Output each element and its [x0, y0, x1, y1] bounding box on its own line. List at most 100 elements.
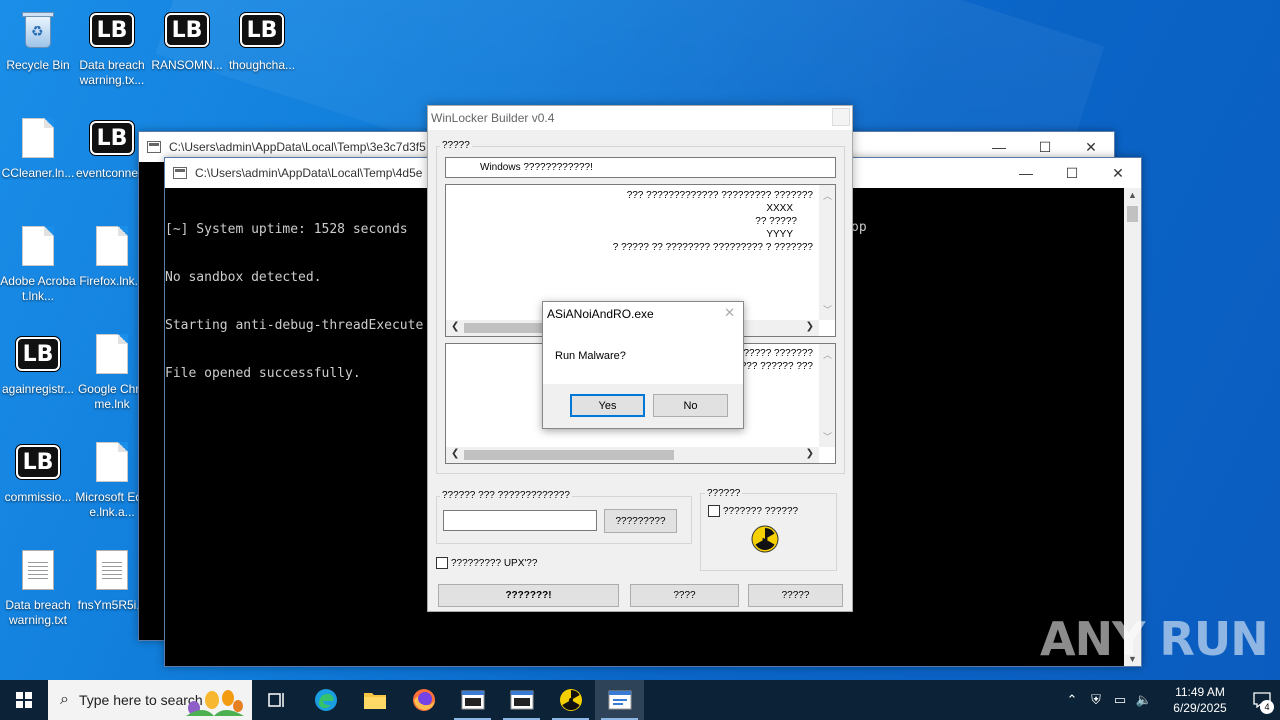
chevron-left-icon: ❮	[451, 321, 460, 332]
console-back-title: C:\Users\admin\AppData\Local\Temp\3e3c7d…	[169, 140, 426, 154]
unlock-code-input[interactable]	[443, 510, 597, 531]
builder-text-group-label: ?????	[440, 140, 472, 151]
console-front-title: C:\Users\admin\AppData\Local\Temp\4d5e	[195, 166, 423, 180]
recycle-bin-icon: ♻	[21, 10, 55, 50]
chevron-right-icon: ❯	[805, 321, 814, 332]
taskbar-console-2[interactable]	[497, 680, 546, 720]
text-file-icon	[96, 550, 128, 590]
test-button[interactable]: ????	[630, 584, 739, 607]
desktop-icon-thoughcha[interactable]: LB thoughcha...	[224, 8, 300, 73]
document-icon	[96, 442, 128, 482]
upx-checkbox-label: ????????? UPX'??	[451, 558, 538, 569]
document-icon	[22, 226, 54, 266]
desktop-icon-ransomnote[interactable]: LB RANSOMN...	[149, 8, 225, 73]
desktop-icon-data-breach-warning-tx[interactable]: LB Data breach warning.tx...	[74, 8, 150, 88]
clock-time: 11:49 AM	[1175, 685, 1225, 699]
lockbit-icon: LB	[165, 13, 209, 47]
document-icon	[96, 334, 128, 374]
desktop-icon-commissio[interactable]: LB commissio...	[0, 440, 76, 505]
task-view-icon	[267, 693, 284, 707]
chevron-down-icon: ﹀	[823, 305, 833, 315]
radiation-icon	[559, 689, 582, 711]
option-checkbox-label: ??????? ??????	[723, 506, 799, 517]
memo-2-vscroll[interactable]: ︿ ﹀	[819, 344, 835, 447]
apply-code-button[interactable]: ?????????	[604, 509, 677, 533]
minimize-button[interactable]: —	[1003, 158, 1049, 188]
dialog-message: Run Malware?	[555, 350, 626, 362]
upx-checkbox[interactable]	[436, 557, 448, 569]
dialog-footer: Yes No	[543, 384, 743, 428]
dialog-title: ASiANoiAndRO.exe	[547, 307, 654, 321]
taskbar: ⌕ Type here to search ⌃ ⛨ ▭ 🔈 11:49 AM 6…	[0, 680, 1280, 720]
window-icon	[608, 690, 631, 710]
unlock-code-group-label: ?????? ??? ?????????????	[440, 490, 572, 501]
no-button[interactable]: No	[653, 394, 728, 417]
memo-2-hscroll[interactable]: ❮ ❯	[446, 447, 819, 463]
lockbit-icon: LB	[240, 13, 284, 47]
search-icon: ⌕	[60, 691, 69, 708]
document-icon	[22, 118, 54, 158]
console-overflow-text: op	[851, 220, 867, 235]
clock[interactable]: 11:49 AM 6/29/2025	[1164, 684, 1236, 716]
chevron-up-icon: ︿	[823, 350, 833, 360]
option-checkbox[interactable]	[708, 505, 720, 517]
desktop-icon-ccleaner[interactable]: CCleaner.ln...	[0, 116, 76, 181]
volume-icon[interactable]: 🔈	[1132, 692, 1156, 708]
desktop-icon-data-breach-warning-txt[interactable]: Data breach warning.txt	[0, 548, 76, 628]
notification-button[interactable]: 4	[1244, 680, 1280, 720]
folder-icon	[363, 693, 386, 709]
run-malware-dialog[interactable]: ASiANoiAndRO.exe ✕ Run Malware? Yes No	[542, 301, 744, 429]
build-button[interactable]: ???????!	[438, 584, 619, 607]
memo-1-vscroll[interactable]: ︿ ﹀	[819, 185, 835, 320]
chevron-up-icon: ︿	[823, 191, 833, 201]
taskbar-message-dialog[interactable]	[595, 680, 644, 720]
firefox-icon	[412, 689, 435, 711]
console-icon	[510, 690, 533, 710]
console-icon	[147, 141, 161, 153]
desktop: ♻ Recycle Bin LB Data breach warning.tx.…	[0, 0, 1280, 680]
taskbar-winlocker-builder[interactable]	[546, 680, 595, 720]
taskbar-console-1[interactable]	[448, 680, 497, 720]
taskbar-firefox[interactable]	[399, 680, 448, 720]
console-icon	[461, 690, 484, 710]
network-icon[interactable]: ▭	[1108, 692, 1132, 708]
task-view-button[interactable]	[252, 680, 301, 720]
security-icon[interactable]: ⛨	[1084, 692, 1108, 708]
text-file-icon	[22, 550, 54, 590]
close-icon[interactable]: ✕	[724, 305, 735, 321]
yes-button[interactable]: Yes	[570, 394, 645, 417]
document-icon	[96, 226, 128, 266]
chevron-left-icon: ❮	[451, 448, 460, 459]
taskbar-edge[interactable]	[301, 680, 350, 720]
clock-date: 6/29/2025	[1173, 701, 1227, 715]
options-group-label: ??????	[705, 488, 743, 499]
builder-close-button[interactable]	[832, 108, 850, 126]
exit-button[interactable]: ?????	[748, 584, 843, 607]
lockbit-icon: LB	[16, 337, 60, 371]
lockbit-icon: LB	[90, 13, 134, 47]
chevron-right-icon: ❯	[805, 448, 814, 459]
system-tray: ⌃ ⛨ ▭ 🔈 11:49 AM 6/29/2025 4	[1060, 680, 1280, 720]
console-scrollbar[interactable]: ▲ ▼	[1124, 188, 1141, 666]
desktop-icon-againregistr[interactable]: LB againregistr...	[0, 332, 76, 397]
radiation-icon	[751, 525, 779, 553]
scrollbar-thumb[interactable]	[1127, 206, 1138, 222]
memo-2-text: ????? ??????? ??? ?????? ???	[740, 348, 813, 372]
lockbit-icon: LB	[90, 121, 134, 155]
scroll-up-icon[interactable]: ▲	[1128, 190, 1137, 200]
close-button[interactable]: ✕	[1095, 158, 1141, 188]
chevron-up-icon[interactable]: ⌃	[1060, 692, 1084, 708]
flowers-icon	[186, 690, 244, 716]
desktop-icon-adobe-acrobat[interactable]: Adobe Acrobat.lnk...	[0, 224, 76, 304]
header-text-field[interactable]: Windows ????????????!	[445, 157, 836, 178]
desktop-icon-recycle-bin[interactable]: ♻ Recycle Bin	[0, 8, 76, 73]
taskbar-file-explorer[interactable]	[350, 680, 399, 720]
start-button[interactable]	[0, 680, 48, 720]
scrollbar-thumb[interactable]	[464, 450, 674, 460]
maximize-button[interactable]: ☐	[1049, 158, 1095, 188]
chevron-down-icon: ﹀	[823, 432, 833, 442]
windows-logo-icon	[16, 692, 32, 708]
search-box[interactable]: ⌕ Type here to search	[48, 680, 252, 720]
console-icon	[173, 167, 187, 179]
notification-badge: 4	[1260, 700, 1274, 714]
